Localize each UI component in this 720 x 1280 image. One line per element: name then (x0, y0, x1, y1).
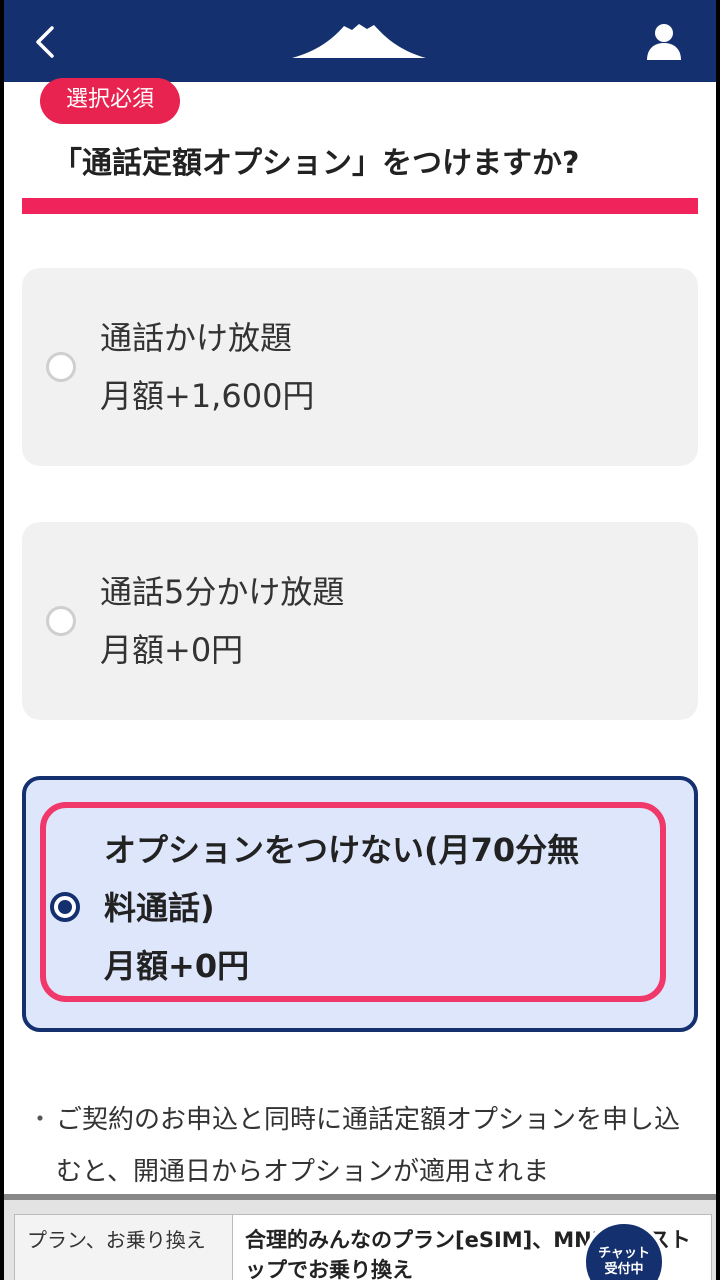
page: 選択必須 「通話定額オプション」をつけますか? 通話かけ放題 月額+1,600円… (4, 0, 716, 1280)
note-bullet: ・ (28, 1105, 52, 1133)
option-unlimited-calls[interactable]: 通話かけ放題 月額+1,600円 (22, 268, 698, 466)
back-button[interactable] (26, 22, 66, 62)
option-5min-calls[interactable]: 通話5分かけ放題 月額+0円 (22, 522, 698, 720)
required-badge: 選択必須 (40, 78, 180, 124)
note-text: ご契約のお申込と同時に通話定額オプションを申し込むと、開通日からオプションが適用… (56, 1105, 681, 1187)
app-header (4, 0, 716, 82)
radio-button-selected[interactable] (50, 892, 80, 922)
user-icon (647, 24, 681, 60)
chevron-left-icon (36, 26, 54, 58)
radio-button[interactable] (46, 352, 76, 382)
title-underline (22, 198, 698, 214)
option-price: 月額+0円 (100, 631, 244, 669)
option-title-line1: オプションをつけない(月70分無 (104, 831, 580, 869)
option-title: 通話かけ放題 (100, 319, 293, 357)
option-price: 月額+1,600円 (100, 377, 315, 415)
user-account-button[interactable] (642, 20, 686, 64)
option-no-option[interactable]: オプションをつけない(月70分無 料通話) 月額+0円 (22, 776, 698, 1032)
mountain-logo-icon (292, 20, 426, 62)
option-title: 通話5分かけ放題 (100, 573, 345, 611)
radio-button[interactable] (46, 606, 76, 636)
question-title: 「通話定額オプション」をつけますか? (52, 146, 580, 181)
option-title-line2: 料通話) (104, 889, 215, 927)
summary-label: プラン、お乗り換え (15, 1215, 233, 1280)
chat-label: チャット (598, 1246, 650, 1261)
chat-status: 受付中 (604, 1262, 644, 1277)
option-price: 月額+0円 (104, 947, 250, 985)
